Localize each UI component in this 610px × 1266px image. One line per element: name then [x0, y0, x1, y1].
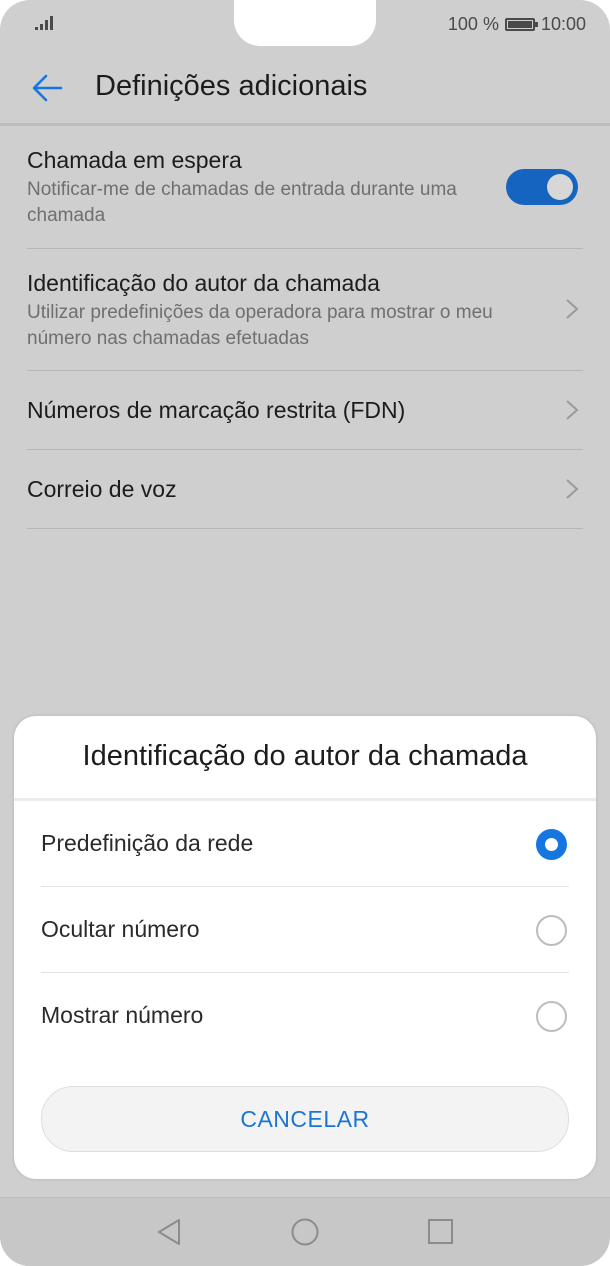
option-network-default[interactable]: Predefinição da rede [41, 802, 569, 888]
app-bar-divider [0, 123, 610, 126]
clock: 10:00 [540, 13, 586, 34]
setting-title: Identificação do autor da chamada [27, 270, 380, 296]
setting-title: Chamada em espera [27, 147, 242, 173]
toggle-knob [547, 174, 573, 200]
caller-id-dialog: Identificação do autor da chamada Predef… [14, 716, 596, 1179]
radio-unselected[interactable] [536, 1001, 567, 1032]
divider [27, 449, 583, 450]
system-nav-bar [0, 1197, 610, 1266]
dialog-title: Identificação do autor da chamada [82, 740, 528, 772]
battery-percent: 100 % [447, 13, 499, 34]
setting-voicemail[interactable]: Correio de voz [27, 474, 583, 504]
back-arrow-icon[interactable] [28, 68, 68, 108]
radio-selected[interactable] [536, 829, 567, 860]
setting-caller-id[interactable]: Identificação do autor da chamada Utiliz… [27, 268, 583, 352]
option-label: Ocultar número [41, 916, 200, 942]
chevron-right-icon [566, 479, 579, 499]
signal-icon [35, 16, 53, 30]
chevron-right-icon [566, 400, 579, 420]
page-title: Definições adicionais [95, 70, 368, 102]
app-bar: Definições adicionais [0, 56, 610, 122]
option-show-number[interactable]: Mostrar número [41, 974, 569, 1060]
setting-subtitle: Utilizar predefinições da operadora para… [27, 302, 493, 349]
setting-call-waiting[interactable]: Chamada em espera Notificar-me de chamad… [27, 145, 583, 229]
call-waiting-toggle[interactable] [506, 169, 578, 205]
recents-square-icon[interactable] [427, 1218, 455, 1246]
divider [41, 972, 569, 973]
battery-icon [504, 17, 538, 31]
divider [27, 248, 583, 249]
chevron-right-icon [566, 299, 579, 319]
phone-screen: 100 % 10:00 Definições adicionais Chamad… [0, 0, 610, 1266]
status-right: 100 % 10:00 [448, 12, 586, 36]
setting-title: Correio de voz [27, 476, 177, 502]
divider [41, 886, 569, 887]
divider [27, 370, 583, 371]
option-label: Mostrar número [41, 1002, 204, 1028]
home-circle-icon[interactable] [290, 1218, 320, 1248]
radio-unselected[interactable] [536, 915, 567, 946]
back-triangle-icon[interactable] [156, 1218, 182, 1246]
setting-subtitle: Notificar-me de chamadas de entrada dura… [27, 179, 457, 226]
setting-fdn[interactable]: Números de marcação restrita (FDN) [27, 395, 583, 425]
divider [27, 528, 583, 529]
camera-notch [234, 0, 376, 46]
setting-title: Números de marcação restrita (FDN) [27, 397, 406, 423]
option-label: Predefinição da rede [41, 830, 254, 856]
cancel-button[interactable]: CANCELAR [41, 1086, 569, 1152]
dialog-title-divider [14, 798, 596, 801]
option-hide-number[interactable]: Ocultar número [41, 888, 569, 974]
